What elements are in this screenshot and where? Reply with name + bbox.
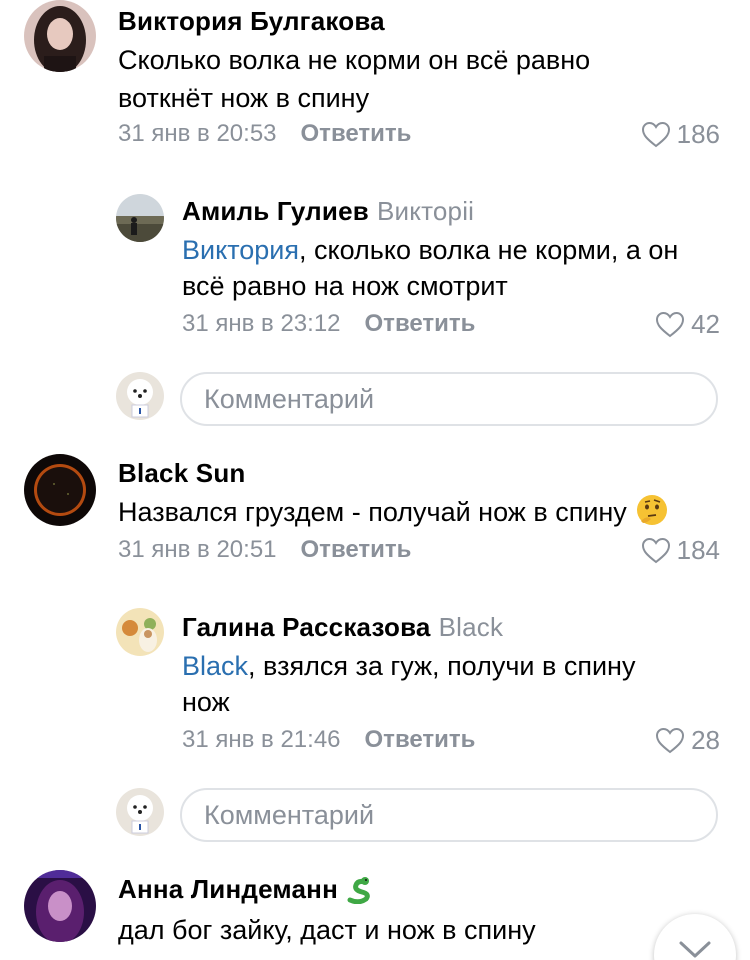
comment-time: 31 янв в 20:53 <box>118 120 277 147</box>
comment-author-line: Анна Линдеманн <box>118 872 372 912</box>
current-user-avatar <box>116 372 164 420</box>
thinking-face-emoji-icon <box>635 493 669 538</box>
white-dog-avatar-icon <box>116 788 164 836</box>
landscape-person-avatar-icon <box>116 194 164 242</box>
current-user-avatar <box>116 788 164 836</box>
heart-icon <box>641 121 670 147</box>
comment-author[interactable]: Галина Рассказова <box>182 612 431 642</box>
reply-author-line: Амиль Гулиев Викторii <box>182 194 474 228</box>
comment-time: 31 янв в 21:46 <box>182 726 341 753</box>
comment-meta: 31 янв в 21:46 Ответить <box>182 724 475 756</box>
white-dog-avatar-icon <box>116 372 164 420</box>
comment-author[interactable]: Black Sun <box>118 456 246 490</box>
like-count: 186 <box>676 119 720 149</box>
user-avatar[interactable] <box>24 454 96 526</box>
comment-meta: 31 янв в 20:51 Ответить <box>118 534 411 566</box>
woman-dark-hair-avatar-icon <box>24 0 96 72</box>
comment-text-line: воткнёт нож в спину <box>118 83 370 113</box>
mention-link[interactable]: Виктория <box>182 235 299 265</box>
reply-author-line: Галина Рассказова Black <box>182 610 503 644</box>
user-avatar[interactable] <box>24 870 96 942</box>
reply-button[interactable]: Ответить <box>301 120 412 147</box>
like-count: 42 <box>691 309 720 339</box>
comment-text-line: Black, взялся за гуж, получи в спину <box>182 646 635 686</box>
solar-eclipse-avatar-icon <box>24 454 96 526</box>
like-button[interactable]: 42 <box>655 308 720 340</box>
like-count: 28 <box>691 725 720 755</box>
mention-link[interactable]: Black <box>182 651 248 681</box>
reply-button[interactable]: Ответить <box>365 310 476 337</box>
comment-text-line: всё равно на нож смотрит <box>182 271 508 301</box>
comment-text-line: Сколько волка не корми он всё равно <box>118 45 591 75</box>
woman-neon-avatar-icon <box>24 870 96 942</box>
like-button[interactable]: 186 <box>641 118 720 150</box>
reply-to-name[interactable]: Black <box>439 612 504 642</box>
comment-time: 31 янв в 20:51 <box>118 536 277 563</box>
user-avatar[interactable] <box>116 194 164 242</box>
heart-icon <box>656 727 685 753</box>
comment-text: , сколько волка не корми, а он <box>299 235 679 265</box>
like-count: 184 <box>676 535 720 565</box>
scroll-down-button[interactable] <box>654 914 736 960</box>
comments-screen: Виктория Булгакова Сколько волка не корм… <box>0 0 750 960</box>
comment-author[interactable]: Виктория Булгакова <box>118 4 385 38</box>
heart-icon <box>656 311 685 337</box>
snake-emoji-icon <box>346 874 372 912</box>
reply-button[interactable]: Ответить <box>301 536 412 563</box>
reply-button[interactable]: Ответить <box>365 726 476 753</box>
comment-time: 31 янв в 23:12 <box>182 310 341 337</box>
comment-meta: 31 янв в 20:53 Ответить <box>118 118 411 150</box>
user-avatar[interactable] <box>24 0 96 72</box>
illustration-avatar-icon <box>116 608 164 656</box>
comment-author[interactable]: Амиль Гулиев <box>182 196 369 226</box>
comment-text: , взялся за гуж, получи в спину <box>248 651 636 681</box>
comment-meta: 31 янв в 23:12 Ответить <box>182 308 475 340</box>
comment-input[interactable]: Комментарий <box>180 372 718 426</box>
chevron-down-icon <box>679 941 711 958</box>
comment-text-line: Назвался груздем - получай нож в спину <box>118 492 669 538</box>
comment-text-line: дал бог зайку, даст и нож в спину <box>118 915 536 945</box>
like-button[interactable]: 184 <box>641 534 720 566</box>
comment-text: Назвался груздем - получай нож в спину <box>118 497 627 527</box>
comment-text-line: нож <box>182 687 230 717</box>
user-avatar[interactable] <box>116 608 164 656</box>
heart-icon <box>641 537 670 563</box>
comment-text-line: Виктория, сколько волка не корми, а он <box>182 230 678 270</box>
comment-author[interactable]: Анна Линдеманн <box>118 874 338 904</box>
like-button[interactable]: 28 <box>655 724 720 756</box>
comment-input[interactable]: Комментарий <box>180 788 718 842</box>
reply-to-name[interactable]: Викторii <box>377 196 474 226</box>
